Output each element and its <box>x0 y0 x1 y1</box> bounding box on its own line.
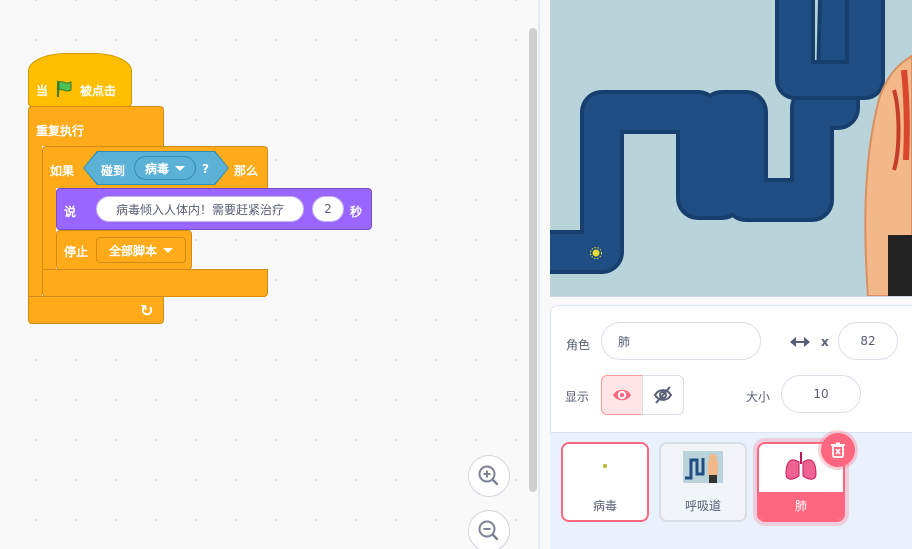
show-label: 显示 <box>565 390 590 404</box>
sprite-name-label: 角色 <box>566 338 591 352</box>
forever-label: 重复执行 <box>36 124 85 138</box>
touching-target-dropdown[interactable]: 病毒 <box>134 156 196 180</box>
forever-block-arm <box>28 145 42 305</box>
sprite-tile-name: 病毒 <box>592 499 617 513</box>
eye-slash-icon <box>653 386 673 404</box>
eye-icon <box>613 389 631 401</box>
if-then-block-arm <box>42 187 56 271</box>
sprite-tile-name: 肺 <box>759 492 843 520</box>
sprite-tile-airway[interactable]: 呼吸道 <box>659 442 747 522</box>
sprite-name-value: 肺 <box>618 334 631 349</box>
sprite-tile-virus[interactable]: 病毒 <box>561 442 649 522</box>
code-workspace[interactable]: 当 被点击 重复执行 ↻ 如果 那么 碰到 病毒 ? 说 病毒倾入人体内！需要赶… <box>0 0 540 549</box>
hide-sprite-button[interactable] <box>642 375 684 415</box>
if-label: 如果 <box>50 164 75 178</box>
when-flag-clicked-label: 当 被点击 <box>36 79 116 102</box>
touching-target-value: 病毒 <box>144 161 169 176</box>
stop-option-value: 全部脚本 <box>108 243 157 258</box>
airway-thumbnail-icon <box>683 451 723 483</box>
zoom-in-icon <box>478 465 499 486</box>
loop-arrow-icon: ↻ <box>140 301 154 320</box>
size-value: 10 <box>813 387 829 401</box>
trash-icon <box>831 442 845 458</box>
zoom-out-icon <box>478 520 499 541</box>
stop-label: 停止 <box>64 245 89 259</box>
sprite-name-input[interactable]: 肺 <box>601 322 761 360</box>
touching-question-mark: ? <box>202 162 209 176</box>
say-message-text: 病毒倾入人体内！需要赶紧治疗 <box>115 202 284 217</box>
seconds-unit-label: 秒 <box>350 205 363 219</box>
dropdown-caret-icon <box>175 165 185 171</box>
panel-divider <box>538 0 540 549</box>
touching-label: 碰到 <box>101 164 126 178</box>
delete-sprite-button[interactable] <box>821 433 855 467</box>
say-label: 说 <box>64 205 77 219</box>
say-seconds-value: 2 <box>324 202 332 216</box>
dropdown-caret-icon <box>163 247 173 253</box>
workspace-scrollbar[interactable] <box>529 28 537 492</box>
sprite-tile-name: 呼吸道 <box>684 499 721 513</box>
visibility-toggle <box>601 375 685 415</box>
stop-option-dropdown[interactable]: 全部脚本 <box>96 237 186 263</box>
green-flag-icon <box>54 79 74 102</box>
x-position-input[interactable]: 82 <box>838 322 898 360</box>
x-position-icon <box>789 334 811 353</box>
show-sprite-button[interactable] <box>601 375 643 415</box>
x-position-value: 82 <box>860 334 876 348</box>
event-suffix: 被点击 <box>80 84 117 98</box>
size-input[interactable]: 10 <box>781 375 861 413</box>
say-seconds-input[interactable]: 2 <box>312 196 344 222</box>
stage[interactable] <box>550 0 912 297</box>
virus-thumbnail-icon <box>603 464 607 468</box>
size-label: 大小 <box>746 390 771 404</box>
zoom-out-button[interactable] <box>468 510 510 549</box>
stage-scene <box>550 0 912 296</box>
person-figure <box>888 235 912 296</box>
if-then-block-bottom <box>42 269 268 297</box>
zoom-in-button[interactable] <box>468 455 510 497</box>
say-message-input[interactable]: 病毒倾入人体内！需要赶紧治疗 <box>96 196 304 222</box>
event-prefix: 当 <box>36 84 49 98</box>
x-label: x <box>821 335 829 349</box>
then-label: 那么 <box>234 164 259 178</box>
